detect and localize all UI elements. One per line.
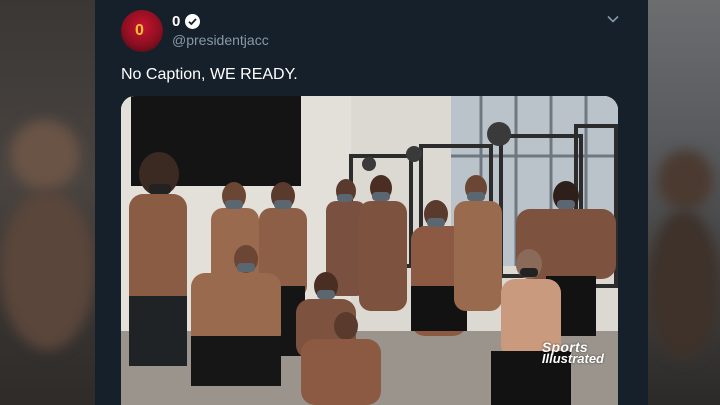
tweet-card: 0 0 @presidentjacc No Caption, WE READY. (95, 0, 648, 405)
blurred-figure (0, 190, 95, 350)
author-name-row: 0 (172, 13, 201, 30)
blurred-figure (658, 150, 713, 210)
avatar[interactable]: 0 (121, 10, 163, 52)
author-handle[interactable]: @presidentjacc (172, 32, 269, 48)
blurred-background-left (0, 0, 95, 405)
blurred-background-right (648, 0, 720, 405)
tweet-photo[interactable]: Sports Illustrated (121, 96, 618, 405)
tweet-text: No Caption, WE READY. (121, 66, 298, 83)
watermark-line-2: Illustrated (541, 351, 604, 367)
chevron-down-icon[interactable] (606, 12, 620, 26)
blurred-figure (648, 210, 720, 360)
sports-illustrated-watermark: Sports Illustrated (541, 340, 604, 367)
blurred-figure (10, 120, 80, 190)
display-name[interactable]: 0 (172, 13, 180, 30)
verified-badge-icon (185, 14, 201, 29)
avatar-jersey-number: 0 (135, 22, 144, 39)
